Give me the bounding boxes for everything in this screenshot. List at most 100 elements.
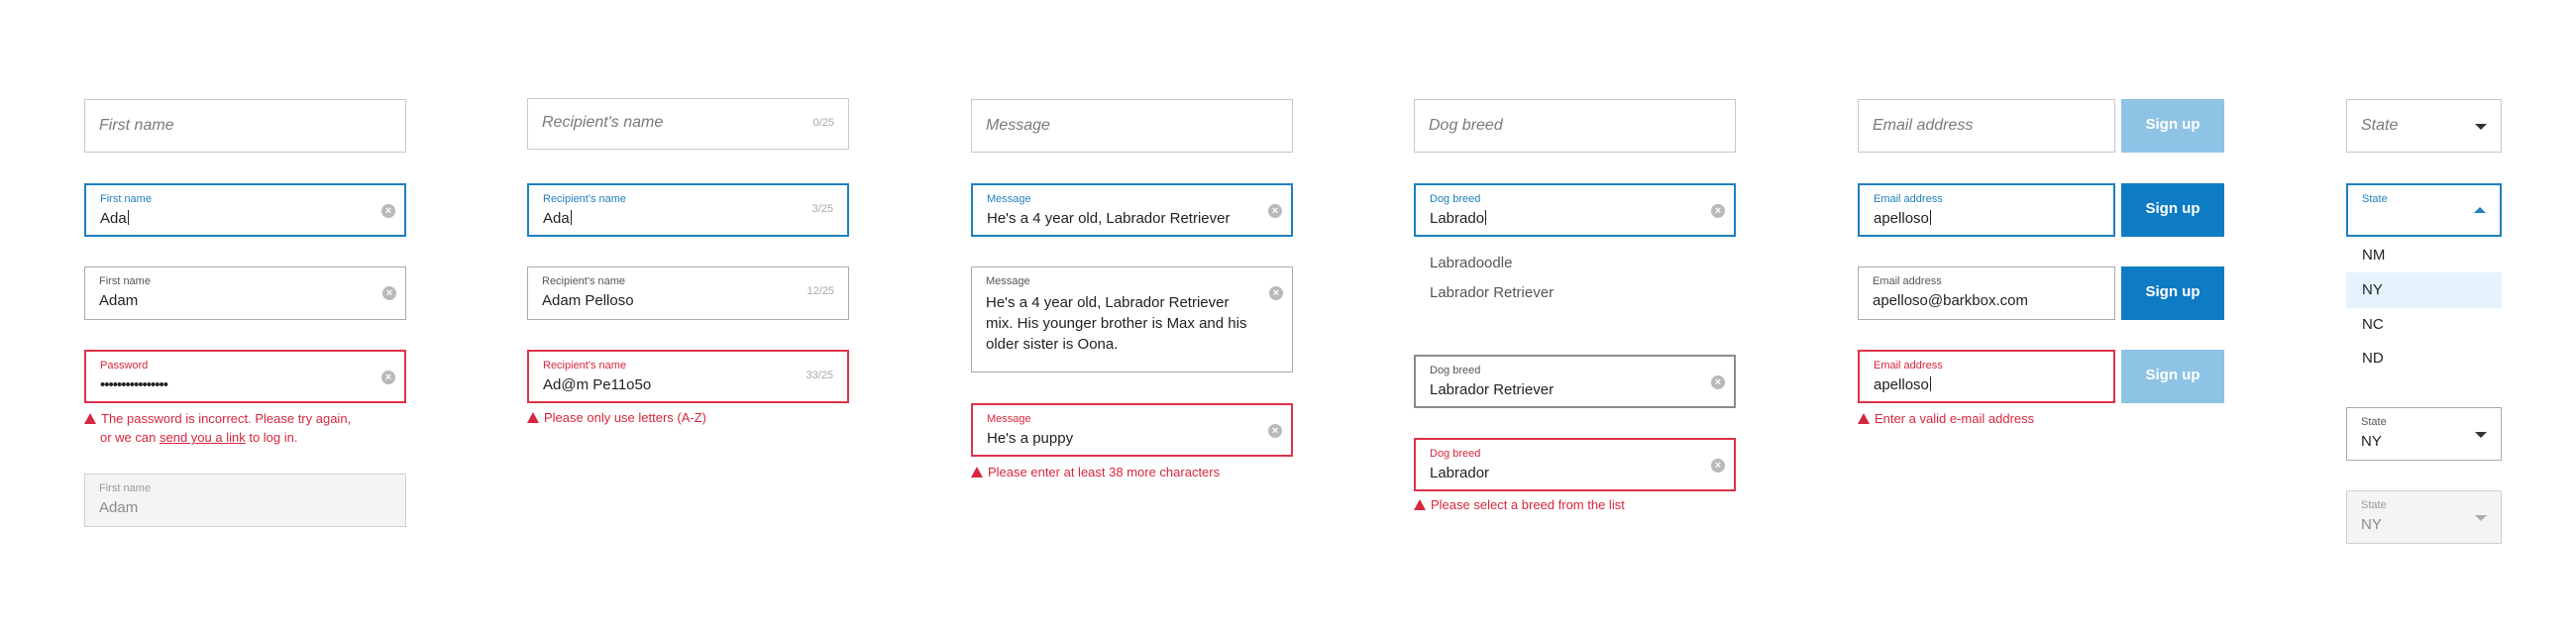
email-error-message: Enter a valid e-mail address — [1858, 409, 2034, 428]
clear-circle-icon[interactable]: × — [382, 286, 396, 300]
state-placeholder: State — [2361, 117, 2399, 134]
warning-triangle-icon — [971, 467, 983, 478]
first-name-placeholder: First name — [99, 117, 174, 134]
first-name-value: Ada — [100, 210, 129, 227]
recipient-field-focused[interactable]: Recipient's name Ada 3/25 — [527, 183, 849, 237]
recipient-placeholder: Recipient's name — [542, 114, 664, 131]
send-link-link[interactable]: send you a link — [160, 430, 246, 445]
character-counter: 0/25 — [812, 117, 834, 129]
state-select-empty[interactable]: State — [2346, 99, 2502, 153]
email-field-filled[interactable]: Email address apelloso@barkbox.com — [1858, 266, 2115, 320]
state-option[interactable]: NM — [2346, 238, 2502, 273]
state-option[interactable]: ND — [2346, 341, 2502, 376]
recipient-value: Ad@m Pe11o5o — [543, 376, 652, 393]
recipient-error-text: Please only use letters (A-Z) — [544, 410, 707, 425]
state-select-open[interactable]: State — [2346, 183, 2502, 237]
recipient-label: Recipient's name — [542, 275, 626, 287]
clear-circle-icon[interactable]: × — [1711, 375, 1725, 389]
text-cursor — [570, 210, 572, 225]
chevron-up-icon — [2474, 207, 2486, 213]
state-option[interactable]: NC — [2346, 307, 2502, 343]
chevron-down-icon — [2475, 432, 2487, 438]
email-value: apelloso@barkbox.com — [1873, 292, 2028, 309]
dog-breed-field-empty[interactable]: Dog breed — [1414, 99, 1736, 153]
message-value: He's a 4 year old, Labrador Retriever mi… — [986, 294, 1247, 353]
password-error-after: to log in. — [245, 430, 298, 445]
clear-circle-icon[interactable]: × — [381, 371, 395, 384]
suggestion-item[interactable]: Labrador Retriever — [1430, 284, 1554, 301]
dog-breed-error-message: Please select a breed from the list — [1414, 495, 1625, 514]
sign-up-button-disabled[interactable]: Sign up — [2121, 350, 2224, 403]
recipient-field-empty[interactable]: Recipient's name 0/25 — [527, 98, 849, 150]
warning-triangle-icon — [1414, 499, 1426, 510]
suggestion-item[interactable]: Labradoodle — [1430, 255, 1512, 271]
password-field-error[interactable]: Password •••••••••••••••• × — [84, 350, 406, 403]
first-name-label: First name — [99, 275, 151, 287]
dog-breed-field-filled[interactable]: Dog breed Labrador Retriever × — [1414, 355, 1736, 408]
message-field-error[interactable]: Message He's a puppy × — [971, 403, 1293, 457]
first-name-value: Adam — [99, 292, 139, 309]
dog-breed-field-error[interactable]: Dog breed Labrador × — [1414, 438, 1736, 491]
clear-circle-icon[interactable]: × — [1711, 204, 1725, 218]
first-name-label: First name — [99, 482, 151, 494]
recipient-field-filled[interactable]: Recipient's name Adam Pelloso 12/25 — [527, 266, 849, 320]
state-select-filled[interactable]: State NY — [2346, 407, 2502, 461]
recipient-value: Ada — [543, 210, 572, 227]
character-counter: 12/25 — [806, 285, 834, 297]
email-field-error[interactable]: Email address apelloso — [1858, 350, 2115, 403]
text-cursor — [1929, 210, 1931, 225]
message-field-filled[interactable]: Message He's a 4 year old, Labrador Retr… — [971, 266, 1293, 372]
first-name-field-filled[interactable]: First name Adam × — [84, 266, 406, 320]
dog-breed-value: Labrado — [1430, 210, 1487, 227]
message-field-empty[interactable]: Message — [971, 99, 1293, 153]
message-field-focused[interactable]: Message He's a 4 year old, Labrador Retr… — [971, 183, 1293, 237]
dog-breed-label: Dog breed — [1430, 193, 1481, 205]
password-error-text: The password is incorrect. Please try ag… — [101, 411, 352, 426]
first-name-value: Adam — [99, 499, 139, 516]
first-name-field-empty[interactable]: First name — [84, 99, 406, 153]
clear-circle-icon[interactable]: × — [1268, 424, 1282, 438]
recipient-value: Adam Pelloso — [542, 292, 634, 309]
dog-breed-field-focused[interactable]: Dog breed Labrado × — [1414, 183, 1736, 237]
dog-breed-value: Labrador — [1430, 465, 1490, 481]
dog-breed-value-text: Labrado — [1430, 210, 1485, 227]
email-label: Email address — [1874, 193, 1943, 205]
warning-triangle-icon — [84, 413, 96, 424]
clear-circle-icon[interactable]: × — [381, 204, 395, 218]
first-name-label: First name — [100, 193, 152, 205]
email-value: apelloso — [1874, 376, 1931, 393]
chevron-down-icon — [2475, 124, 2487, 130]
warning-triangle-icon — [1858, 413, 1870, 424]
email-field-empty[interactable]: Email address — [1858, 99, 2115, 153]
clear-circle-icon[interactable]: × — [1269, 286, 1283, 300]
sign-up-button[interactable]: Sign up — [2121, 266, 2224, 320]
warning-triangle-icon — [527, 412, 539, 423]
sign-up-button-disabled[interactable]: Sign up — [2121, 99, 2224, 153]
message-value: He's a puppy — [987, 430, 1074, 447]
message-value: He's a 4 year old, Labrador Retriever — [987, 210, 1231, 227]
state-label: State — [2361, 416, 2387, 428]
email-label: Email address — [1873, 275, 1942, 287]
email-value-text: apelloso — [1874, 376, 1929, 393]
clear-circle-icon[interactable]: × — [1268, 204, 1282, 218]
recipient-field-error[interactable]: Recipient's name Ad@m Pe11o5o 33/25 — [527, 350, 849, 403]
message-error-message: Please enter at least 38 more characters — [971, 463, 1220, 481]
message-label: Message — [987, 413, 1031, 425]
password-value: •••••••••••••••• — [100, 376, 168, 393]
clear-circle-icon[interactable]: × — [1711, 459, 1725, 473]
dog-breed-value: Labrador Retriever — [1430, 381, 1555, 398]
email-value: apelloso — [1874, 210, 1931, 227]
text-cursor — [127, 210, 129, 225]
email-field-focused[interactable]: Email address apelloso — [1858, 183, 2115, 237]
state-option-highlighted[interactable]: NY — [2346, 272, 2502, 308]
first-name-field-focused[interactable]: First name Ada × — [84, 183, 406, 237]
sign-up-button[interactable]: Sign up — [2121, 183, 2224, 237]
dog-breed-placeholder: Dog breed — [1429, 117, 1503, 134]
character-counter: 3/25 — [811, 203, 833, 215]
state-label: State — [2362, 193, 2388, 205]
state-value: NY — [2361, 516, 2382, 533]
state-select-disabled: State NY — [2346, 490, 2502, 544]
first-name-field-disabled: First name Adam — [84, 474, 406, 527]
email-placeholder: Email address — [1873, 117, 1974, 134]
email-label: Email address — [1874, 360, 1943, 372]
